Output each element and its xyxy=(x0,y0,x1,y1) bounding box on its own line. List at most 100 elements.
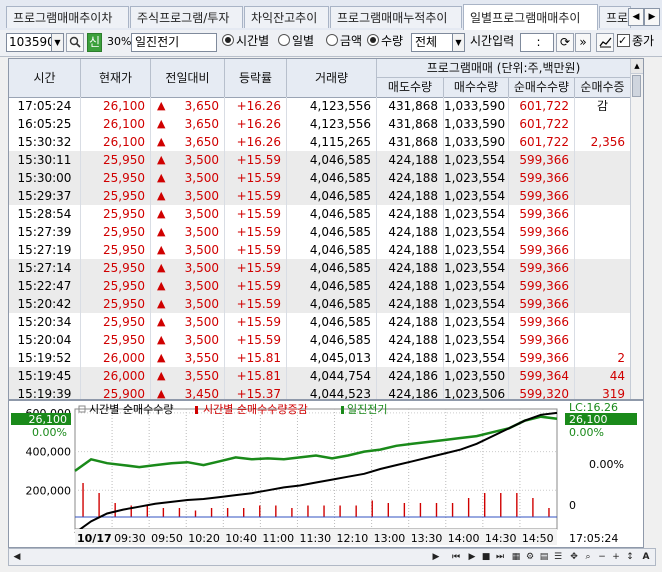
first-icon[interactable]: ⏮ xyxy=(449,550,463,564)
search-icon[interactable] xyxy=(66,33,84,52)
last-icon[interactable]: ⏭ xyxy=(493,550,507,564)
code-dropdown-icon[interactable]: ▼ xyxy=(51,33,64,52)
cell-value: +15.59 xyxy=(236,243,281,257)
scroll-left-icon[interactable]: ◀ xyxy=(10,550,24,564)
text-size-icon[interactable]: A xyxy=(639,550,653,564)
cell-value: 4,046,585 xyxy=(309,297,371,311)
radio-time[interactable]: 시간별 xyxy=(222,33,269,52)
list-icon[interactable]: ☰ xyxy=(551,550,565,564)
radio-amount[interactable]: 금액 xyxy=(326,33,362,52)
cell-value: 15:30:32 xyxy=(17,135,72,149)
zoom-in-icon[interactable]: + xyxy=(609,550,623,564)
table-scrollbar[interactable]: ▲ xyxy=(630,59,643,399)
tab-prev-icon[interactable]: ◀ xyxy=(628,8,644,26)
cell-time: 17:05:24 xyxy=(9,97,81,115)
col-time[interactable]: 시간 xyxy=(9,59,81,97)
cell-time: 15:20:34 xyxy=(9,313,81,331)
table-row[interactable]: 15:27:14 25,950 ▲ 3,500 +15.59 4,046,585 424,1… xyxy=(9,259,643,277)
play-icon[interactable]: ▶ xyxy=(465,550,479,564)
refresh-icon[interactable]: ⟳ xyxy=(556,33,574,52)
table-row[interactable]: 15:30:00 25,950 ▲ 3,500 +15.59 4,046,585 424,1… xyxy=(9,169,643,187)
cell-sell: 424,186 xyxy=(377,367,444,385)
cell-net-change xyxy=(575,277,631,295)
stock-code-input[interactable]: 103590 xyxy=(6,33,55,52)
cell-buy: 1,023,554 xyxy=(444,331,509,349)
cell-sell: 424,188 xyxy=(377,169,444,187)
table-row[interactable]: 15:30:11 25,950 ▲ 3,500 +15.59 4,046,585 424,1… xyxy=(9,151,643,169)
filter-dropdown-icon[interactable]: ▼ xyxy=(452,33,465,52)
stop-icon[interactable]: ■ xyxy=(479,550,493,564)
filter-select[interactable]: 전체 xyxy=(411,33,453,52)
cell-value: 424,188 xyxy=(388,243,438,257)
restore-icon[interactable]: ↕ xyxy=(623,550,637,564)
table-row[interactable]: 15:29:37 25,950 ▲ 3,500 +15.59 4,046,585 424,1… xyxy=(9,187,643,205)
table-row[interactable]: 15:30:32 26,100 ▲ 3,650 +16.26 4,115,265 431,8… xyxy=(9,133,643,151)
next-icon[interactable]: » xyxy=(575,33,591,52)
close-price-toggle[interactable]: 종가 xyxy=(617,32,654,52)
time-input[interactable]: : xyxy=(520,33,554,52)
tab-program-trend-chart[interactable]: 프로그램매매추이차 xyxy=(6,6,129,28)
table-row[interactable]: 15:27:39 25,950 ▲ 3,500 +15.59 4,046,585 424,1… xyxy=(9,223,643,241)
cell-value: 3,500 xyxy=(184,225,219,239)
cell-sell: 424,186 xyxy=(377,385,444,399)
cell-rate: +15.59 xyxy=(225,205,287,223)
table-row[interactable]: 15:28:54 25,950 ▲ 3,500 +15.59 4,046,585 424,1… xyxy=(9,205,643,223)
col-volume[interactable]: 거래량 xyxy=(287,59,377,97)
x-axis-tick: 09:30 xyxy=(114,532,146,545)
tab-more[interactable]: 프로 xyxy=(599,6,631,28)
cell-time: 15:27:39 xyxy=(9,223,81,241)
cell-value: 4,046,585 xyxy=(309,171,371,185)
magnifier-icon[interactable]: ⌕ xyxy=(581,550,595,564)
table-row[interactable]: 15:20:04 25,950 ▲ 3,500 +15.59 4,046,585 424,1… xyxy=(9,331,643,349)
crosshair-icon[interactable]: ✥ xyxy=(567,550,581,564)
cell-rate: +16.26 xyxy=(225,115,287,133)
cell-value: 1,023,506 xyxy=(444,387,506,400)
tab-stock-program-investor[interactable]: 주식프로그램/투자 xyxy=(130,6,243,28)
cell-value: 424,188 xyxy=(388,207,438,221)
settings-icon[interactable]: ⚙ xyxy=(523,550,537,564)
tab-arbitrage-balance[interactable]: 차익잔고추이 xyxy=(244,6,329,28)
tab-daily-program-trend[interactable]: 일별프로그램매매추이 xyxy=(463,4,598,30)
table-row[interactable]: 15:22:47 25,950 ▲ 3,500 +15.59 4,046,585 424,1… xyxy=(9,277,643,295)
col-sell[interactable]: 매도수량 xyxy=(377,78,444,97)
col-change[interactable]: 전일대비 xyxy=(151,59,225,97)
cell-value: 26,000 xyxy=(103,351,145,365)
col-price[interactable]: 현재가 xyxy=(81,59,151,97)
table-row[interactable]: 15:27:19 25,950 ▲ 3,500 +15.59 4,046,585 424,1… xyxy=(9,241,643,259)
col-rate[interactable]: 등락률 xyxy=(225,59,287,97)
up-triangle-icon: ▲ xyxy=(157,135,166,148)
zoom-out-icon[interactable]: − xyxy=(595,550,609,564)
tab-program-cumulative[interactable]: 프로그램매매누적추이 xyxy=(330,6,462,28)
tab-next-icon[interactable]: ▶ xyxy=(644,8,660,26)
scroll-thumb[interactable] xyxy=(632,75,641,97)
cell-value: 3,500 xyxy=(184,153,219,167)
cell-volume: 4,045,013 xyxy=(287,349,377,367)
cell-price: 25,950 xyxy=(81,241,151,259)
scroll-right-icon[interactable]: ▶ xyxy=(429,550,443,564)
cell-change: ▲ 3,500 xyxy=(151,277,225,295)
cell-value: 3,500 xyxy=(184,171,219,185)
col-net-change[interactable]: 순매수증감 xyxy=(575,78,631,113)
cell-net: 599,364 xyxy=(509,367,575,385)
left-axis-tick: 400,000 xyxy=(26,446,72,459)
table-row[interactable]: 15:20:42 25,950 ▲ 3,500 +15.59 4,046,585 424,1… xyxy=(9,295,643,313)
table-row[interactable]: 15:19:52 26,000 ▲ 3,550 +15.81 4,045,013 424,1… xyxy=(9,349,643,367)
table-row[interactable]: 15:19:45 26,000 ▲ 3,550 +15.81 4,044,754 424,1… xyxy=(9,367,643,385)
table-row[interactable]: 15:19:39 25,900 ▲ 3,450 +15.37 4,044,523 424,1… xyxy=(9,385,643,400)
table-row[interactable]: 15:20:34 25,950 ▲ 3,500 +15.59 4,046,585 424,1… xyxy=(9,313,643,331)
table-row[interactable]: 16:05:25 26,100 ▲ 3,650 +16.26 4,123,556 431,8… xyxy=(9,115,643,133)
radio-day[interactable]: 일별 xyxy=(278,33,314,52)
table-row[interactable]: 17:05:24 26,100 ▲ 3,650 +16.26 4,123,556 431,8… xyxy=(9,97,643,115)
radio-qty[interactable]: 수량 xyxy=(367,33,403,52)
cell-net-change: 2 xyxy=(575,349,631,367)
col-net[interactable]: 순매수수량 xyxy=(509,78,575,97)
chart-toggle-icon[interactable] xyxy=(596,33,614,52)
cell-value: 3,650 xyxy=(184,135,219,149)
col-buy[interactable]: 매수수량 xyxy=(444,78,509,97)
cell-value: 3,650 xyxy=(184,117,219,131)
cell-buy: 1,023,554 xyxy=(444,241,509,259)
cell-net-change xyxy=(575,331,631,349)
table-icon[interactable]: ▤ xyxy=(537,550,551,564)
scroll-up-icon[interactable]: ▲ xyxy=(631,59,643,74)
grid-icon[interactable]: ▦ xyxy=(509,550,523,564)
